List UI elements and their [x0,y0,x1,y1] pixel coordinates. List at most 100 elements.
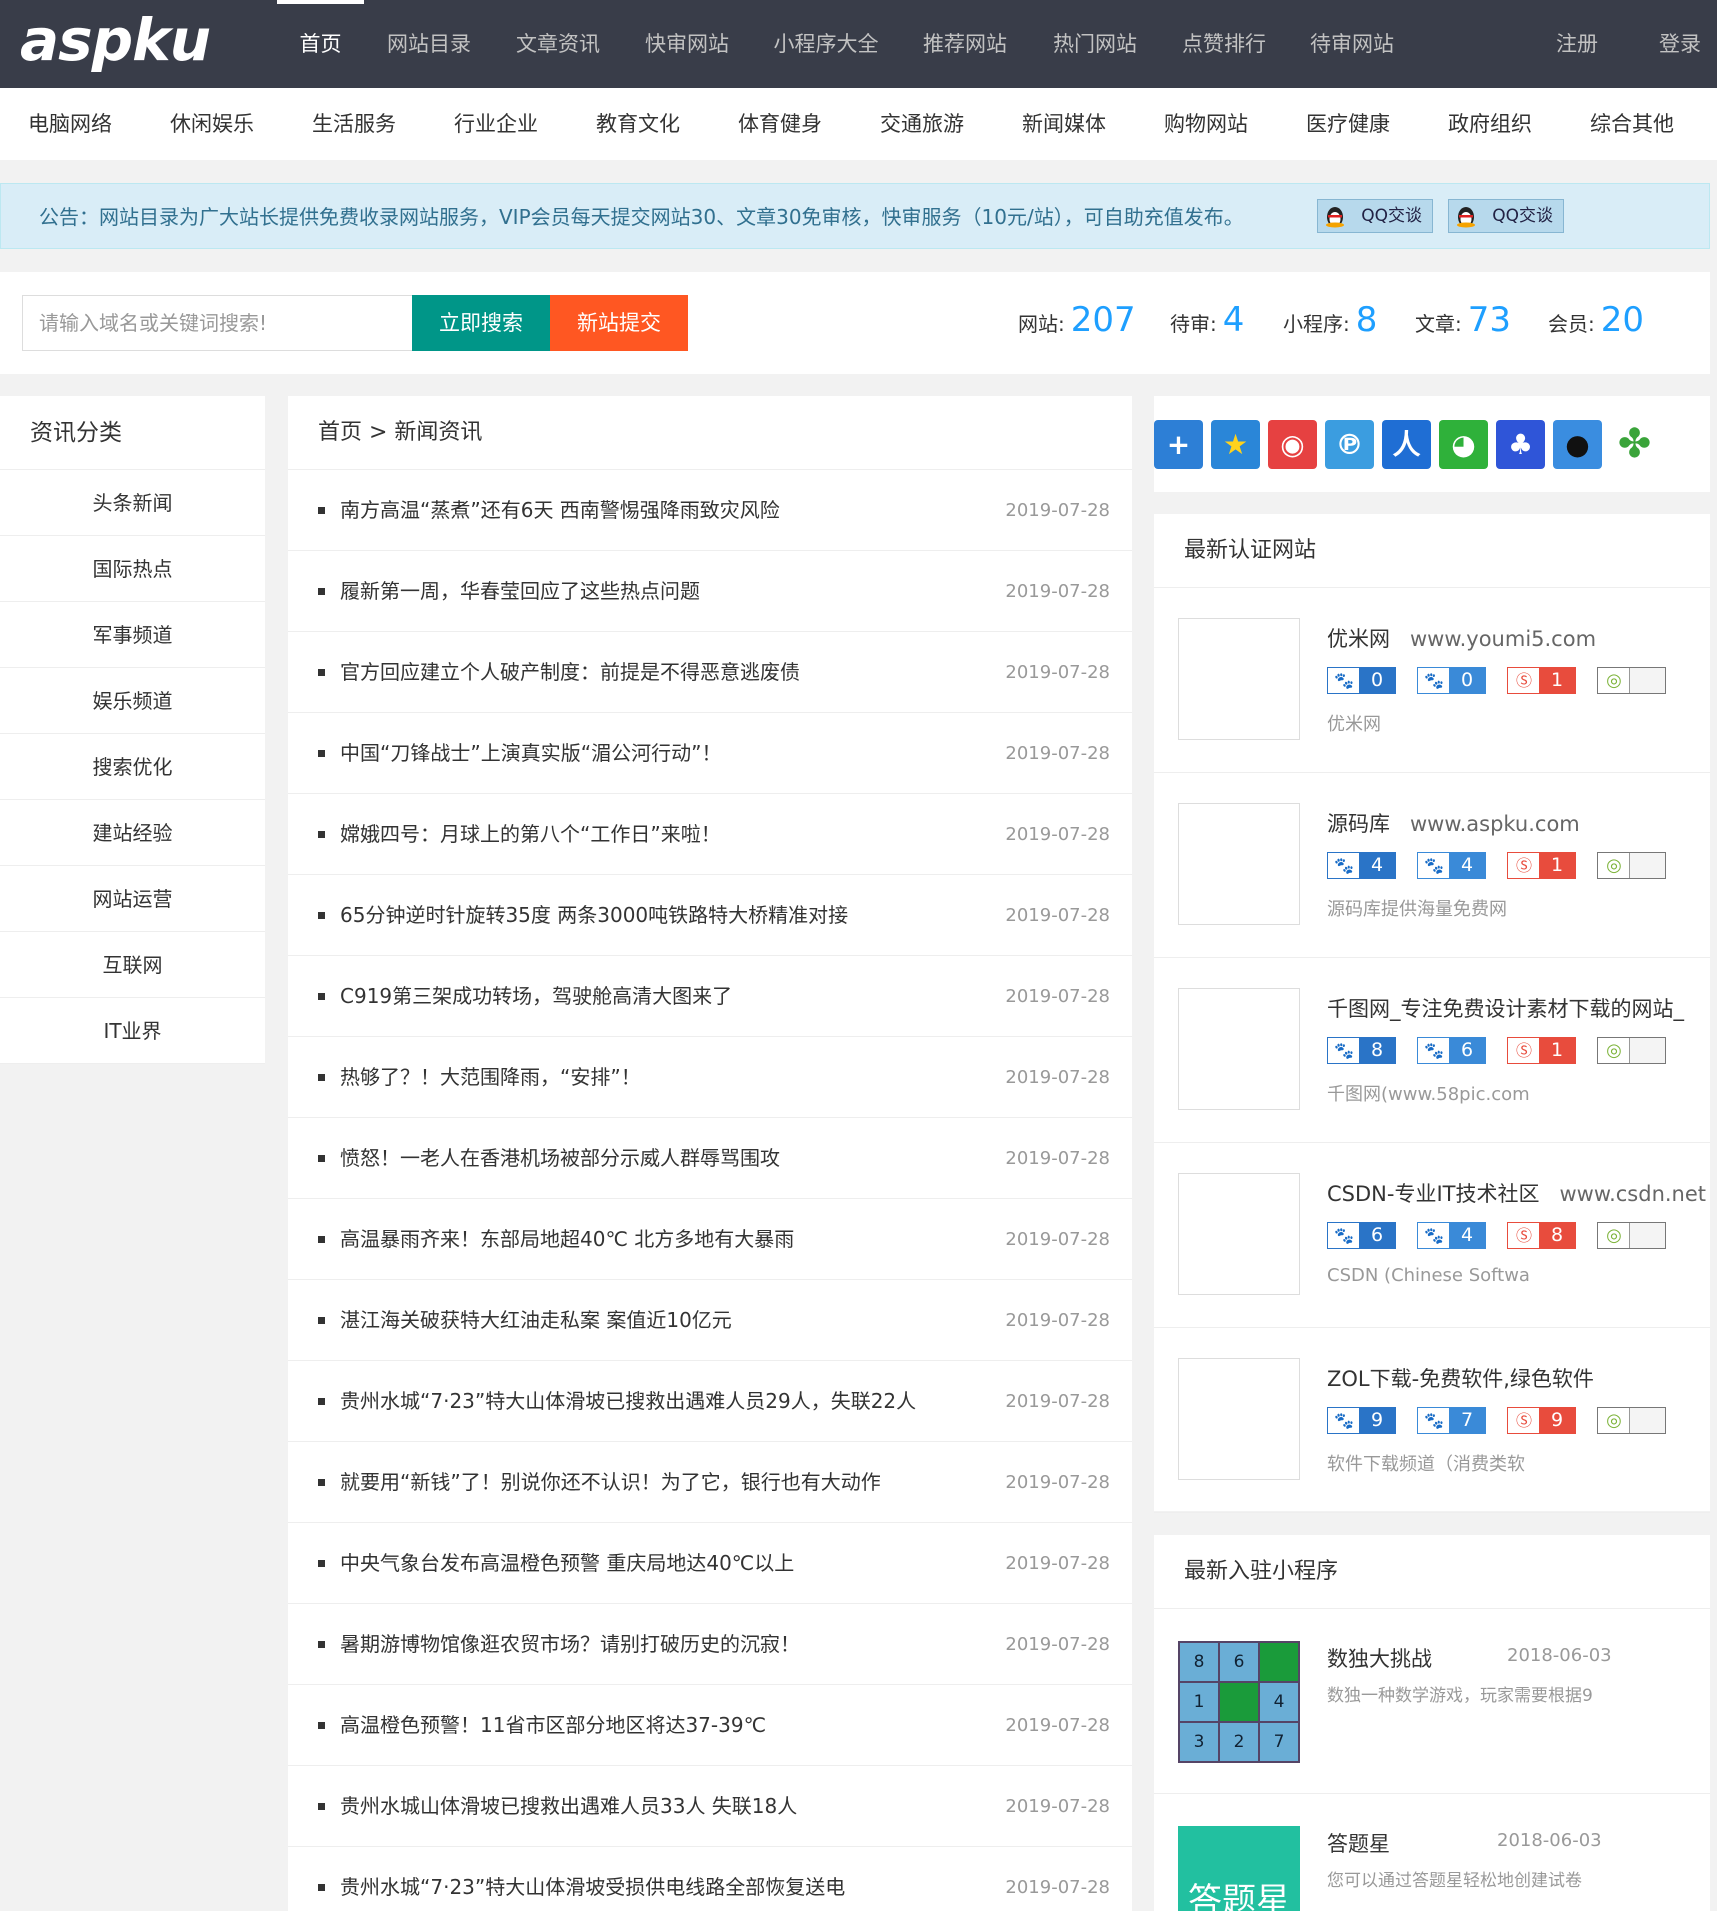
certified-site-item[interactable]: 优米网 www.youmi5.com 🐾 0 🐾 0 Ⓢ 1 ◎ 优米网 [1154,588,1710,773]
mini-program-item[interactable]: 861 4 327 数独大挑战 2018-06-03 数独一种数学游戏，玩家需要根据… [1154,1609,1710,1794]
category-item[interactable]: 教育文化 [596,88,680,160]
article-row[interactable]: 愤怒！一老人在香港机场被部分示威人群辱骂围攻 2019-07-28 [288,1118,1132,1199]
article-title[interactable]: 嫦娥四号：月球上的第八个“工作日”来啦！ [340,794,721,875]
article-row[interactable]: 中央气象台发布高温橙色预警 重庆局地达40℃以上 2019-07-28 [288,1523,1132,1604]
category-item[interactable]: 综合其他 [1590,88,1674,160]
wechat-icon[interactable]: ◕ [1439,420,1488,469]
article-row[interactable]: 南方高温“蒸煮”还有6天 西南警惕强降雨致灾风险 2019-07-28 [288,470,1132,551]
article-row[interactable]: 湛江海关破获特大红油走私案 案值近10亿元 2019-07-28 [288,1280,1132,1361]
article-row[interactable]: 嫦娥四号：月球上的第八个“工作日”来啦！ 2019-07-28 [288,794,1132,875]
article-row[interactable]: 履新第一周，华春莹回应了这些热点问题 2019-07-28 [288,551,1132,632]
category-item[interactable]: 体育健身 [738,88,822,160]
qzone-icon[interactable]: ★ [1211,420,1260,469]
site-name-text[interactable]: 源码库 [1327,812,1390,836]
article-row[interactable]: 贵州水城山体滑坡已搜救出遇难人员33人 失联18人 2019-07-28 [288,1766,1132,1847]
article-title[interactable]: 南方高温“蒸煮”还有6天 西南警惕强降雨致灾风险 [340,470,780,551]
qq-icon[interactable]: ● [1553,420,1602,469]
article-title[interactable]: 65分钟逆时针旋转35度 两条3000吨铁路特大桥精准对接 [340,875,848,956]
article-title[interactable]: 贵州水城山体滑坡已搜救出遇难人员33人 失联18人 [340,1766,797,1847]
article-row[interactable]: 高温橙色预警！11省市区部分地区将达37-39℃ 2019-07-28 [288,1685,1132,1766]
search-button[interactable]: 立即搜索 [412,295,550,351]
nav-pending[interactable]: 待审网站 [1306,0,1398,88]
renren-icon[interactable]: 人 [1382,420,1431,469]
article-title[interactable]: 贵州水城“7·23”特大山体滑坡受损供电线路全部恢复送电 [340,1847,845,1911]
qq-chat-button[interactable]: QQ交谈 [1317,199,1433,233]
weibo-icon[interactable]: ◉ [1268,420,1317,469]
article-title[interactable]: 暑期游博物馆像逛农贸市场？请别打破历史的沉寂！ [340,1604,800,1685]
site-name-text[interactable]: 千图网_专注免费设计素材下载的网站_ [1327,997,1684,1021]
sidebar-item-it-industry[interactable]: IT业界 [0,998,265,1064]
search-input[interactable] [22,295,413,351]
nav-articles[interactable]: 文章资讯 [512,0,604,88]
site-name[interactable]: 千图网_专注免费设计素材下载的网站_ [1327,993,1684,1023]
certified-site-item[interactable]: CSDN-专业IT技术社区 www.csdn.net 🐾 6 🐾 4 Ⓢ 8 ◎ CSDN (Ch… [1154,1143,1710,1328]
category-item[interactable]: 休闲娱乐 [170,88,254,160]
site-thumbnail[interactable] [1178,988,1300,1110]
nav-fast-review[interactable]: 快审网站 [641,0,733,88]
article-title[interactable]: 贵州水城“7·23”特大山体滑坡已搜救出遇难人员29人，失联22人 [340,1361,916,1442]
sidebar-item-operations[interactable]: 网站运营 [0,866,265,932]
article-title[interactable]: 高温暴雨齐来！东部局地超40℃ 北方多地有大暴雨 [340,1199,794,1280]
site-name[interactable]: ZOL下载-免费软件,绿色软件 [1327,1363,1594,1393]
site-name-text[interactable]: CSDN-专业IT技术社区 [1327,1182,1539,1206]
site-name[interactable]: 优米网 www.youmi5.com [1327,623,1596,653]
nav-directory[interactable]: 网站目录 [383,0,475,88]
category-item[interactable]: 新闻媒体 [1022,88,1106,160]
article-row[interactable]: 贵州水城“7·23”特大山体滑坡受损供电线路全部恢复送电 2019-07-28 [288,1847,1132,1911]
site-name-text[interactable]: ZOL下载-免费软件,绿色软件 [1327,1367,1594,1391]
sidebar-item-entertainment[interactable]: 娱乐频道 [0,668,265,734]
kaixin-icon[interactable]: ✤ [1610,420,1659,469]
category-item[interactable]: 交通旅游 [880,88,964,160]
article-title[interactable]: 热够了？！大范围降雨，“安排”！ [340,1037,641,1118]
article-row[interactable]: C919第三架成功转场，驾驶舱高清大图来了 2019-07-28 [288,956,1132,1037]
site-logo[interactable]: aspku [20,6,211,74]
article-row[interactable]: 65分钟逆时针旋转35度 两条3000吨铁路特大桥精准对接 2019-07-28 [288,875,1132,956]
site-name[interactable]: CSDN-专业IT技术社区 www.csdn.net [1327,1178,1706,1208]
nav-home[interactable]: 首页 [277,0,364,88]
sidebar-item-military[interactable]: 军事频道 [0,602,265,668]
article-title[interactable]: 愤怒！一老人在香港机场被部分示威人群辱骂围攻 [340,1118,780,1199]
article-title[interactable]: 就要用“新钱”了！别说你还不认识！为了它，银行也有大动作 [340,1442,881,1523]
article-title[interactable]: 中央气象台发布高温橙色预警 重庆局地达40℃以上 [340,1523,794,1604]
sidebar-item-internet[interactable]: 互联网 [0,932,265,998]
category-item[interactable]: 电脑网络 [28,88,112,160]
nav-like-ranking[interactable]: 点赞排行 [1178,0,1270,88]
nav-hot-sites[interactable]: 热门网站 [1049,0,1141,88]
article-row[interactable]: 贵州水城“7·23”特大山体滑坡已搜救出遇难人员29人，失联22人 2019-07… [288,1361,1132,1442]
sidebar-item-international[interactable]: 国际热点 [0,536,265,602]
baidu-icon[interactable]: ♣ [1496,420,1545,469]
category-item[interactable]: 医疗健康 [1306,88,1390,160]
tencent-weibo-icon[interactable]: ℗ [1325,420,1374,469]
article-row[interactable]: 就要用“新钱”了！别说你还不认识！为了它，银行也有大动作 2019-07-28 [288,1442,1132,1523]
site-thumbnail[interactable] [1178,803,1300,925]
nav-recommended[interactable]: 推荐网站 [919,0,1011,88]
article-title[interactable]: 官方回应建立个人破产制度：前提是不得恶意逃废债 [340,632,800,713]
article-row[interactable]: 高温暴雨齐来！东部局地超40℃ 北方多地有大暴雨 2019-07-28 [288,1199,1132,1280]
site-thumbnail[interactable] [1178,1173,1300,1295]
certified-site-item[interactable]: 千图网_专注免费设计素材下载的网站_ 🐾 8 🐾 6 Ⓢ 1 ◎ 千图网(www.58pic.c… [1154,958,1710,1143]
article-row[interactable]: 暑期游博物馆像逛农贸市场？请别打破历史的沉寂！ 2019-07-28 [288,1604,1132,1685]
site-name[interactable]: 源码库 www.aspku.com [1327,808,1580,838]
article-title[interactable]: 中国“刀锋战士”上演真实版“湄公河行动”！ [340,713,721,794]
sidebar-item-seo[interactable]: 搜索优化 [0,734,265,800]
article-title[interactable]: 履新第一周，华春莹回应了这些热点问题 [340,551,700,632]
category-item[interactable]: 生活服务 [312,88,396,160]
certified-site-item[interactable]: 源码库 www.aspku.com 🐾 4 🐾 4 Ⓢ 1 ◎ 源码库提供海量免费网 [1154,773,1710,958]
site-thumbnail[interactable] [1178,1358,1300,1480]
nav-mini-programs[interactable]: 小程序大全 [769,0,883,88]
article-row[interactable]: 中国“刀锋战士”上演真实版“湄公河行动”！ 2019-07-28 [288,713,1132,794]
site-name-text[interactable]: 优米网 [1327,627,1390,651]
submit-site-button[interactable]: 新站提交 [550,295,688,351]
mini-program-name[interactable]: 答题星 [1327,1828,1390,1858]
nav-register[interactable]: 注册 [1552,0,1602,88]
category-item[interactable]: 政府组织 [1448,88,1532,160]
article-title[interactable]: 高温橙色预警！11省市区部分地区将达37-39℃ [340,1685,766,1766]
article-row[interactable]: 官方回应建立个人破产制度：前提是不得恶意逃废债 2019-07-28 [288,632,1132,713]
qq-chat-button[interactable]: QQ交谈 [1448,199,1564,233]
article-title[interactable]: C919第三架成功转场，驾驶舱高清大图来了 [340,956,732,1037]
certified-site-item[interactable]: ZOL下载-免费软件,绿色软件 🐾 9 🐾 7 Ⓢ 9 ◎ 软件下载频道（消费类软 [1154,1328,1710,1513]
article-title[interactable]: 湛江海关破获特大红油走私案 案值近10亿元 [340,1280,732,1361]
sidebar-item-headlines[interactable]: 头条新闻 [0,470,265,536]
article-row[interactable]: 热够了？！大范围降雨，“安排”！ 2019-07-28 [288,1037,1132,1118]
plus-share-icon[interactable]: + [1154,420,1203,469]
